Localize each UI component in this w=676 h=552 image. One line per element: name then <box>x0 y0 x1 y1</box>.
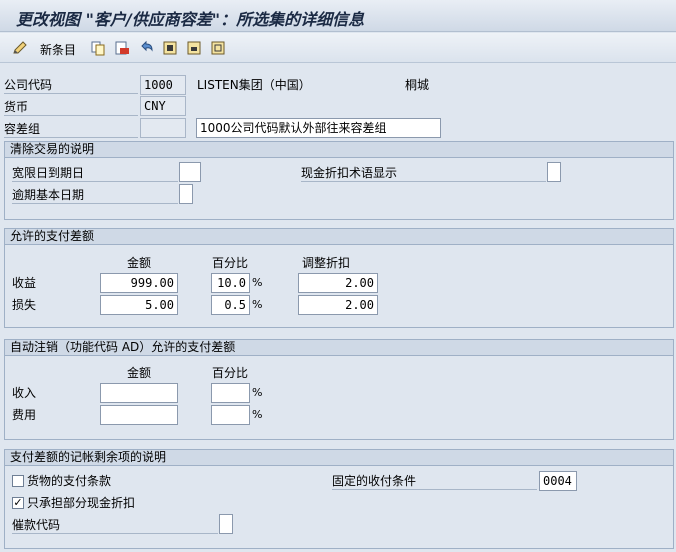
tolerance-group-field[interactable] <box>140 118 186 138</box>
cost-percent-field[interactable] <box>211 405 250 425</box>
revenue-row-label: 收益 <box>12 276 37 290</box>
city-text: 桐城 <box>405 78 430 92</box>
revenue-adjust-discount-field[interactable]: 2.00 <box>298 273 378 293</box>
partial-cash-discount-checkbox[interactable]: ✓ <box>12 497 24 509</box>
clearing-transactions-header: 清除交易的说明 <box>5 142 673 158</box>
company-code-field[interactable]: 1000 <box>140 75 186 95</box>
fixed-payment-terms-label: 固定的收付条件 <box>332 473 537 490</box>
revenue-percent-field[interactable]: 10.0 <box>211 273 250 293</box>
select-all-icon[interactable] <box>162 40 178 56</box>
cash-discount-terms-field[interactable] <box>547 162 561 182</box>
percent-sign: % <box>252 276 263 289</box>
terms-of-payment-label: 货物的支付条款 <box>27 474 112 488</box>
currency-field[interactable]: CNY <box>140 96 186 116</box>
terms-of-payment-checkbox[interactable] <box>12 475 24 487</box>
title-bar: 更改视图 "客户/供应商容差"：所选集的详细信息 <box>0 0 676 32</box>
dunning-key-field[interactable] <box>219 514 233 534</box>
company-name-text: LISTEN集团（中国） <box>197 78 311 92</box>
income-percent-field[interactable] <box>211 383 250 403</box>
undo-icon[interactable] <box>138 40 154 56</box>
currency-label: 货币 <box>4 99 138 116</box>
amount-column-header: 金额 <box>126 256 151 270</box>
window-title: 更改视图 "客户/供应商容差"：所选集的详细信息 <box>16 10 365 29</box>
tolerance-group-label: 容差组 <box>4 121 138 138</box>
grace-days-field[interactable] <box>179 162 201 182</box>
new-entries-button[interactable]: 新条目 <box>40 41 76 58</box>
amount-column-header: 金额 <box>126 366 151 380</box>
expense-amount-field[interactable]: 5.00 <box>100 295 178 315</box>
cost-amount-field[interactable] <box>100 405 178 425</box>
percent-sign: % <box>252 408 263 421</box>
adjust-discount-column-header: 调整折扣 <box>301 256 350 270</box>
percent-column-header: 百分比 <box>211 256 248 270</box>
partial-cash-discount-label: 只承担部分现金折扣 <box>27 496 136 510</box>
select-block-icon[interactable] <box>186 40 202 56</box>
expense-percent-field[interactable]: 0.5 <box>211 295 250 315</box>
cost-row-label: 费用 <box>12 408 37 422</box>
percent-sign: % <box>252 298 263 311</box>
auto-writeoff-header: 自动注销（功能代码 AD）允许的支付差额 <box>5 340 673 356</box>
arrears-base-date-label: 逾期基本日期 <box>12 187 178 204</box>
arrears-base-date-field[interactable] <box>179 184 193 204</box>
copy-icon[interactable] <box>90 40 106 56</box>
expense-row-label: 损失 <box>12 298 37 312</box>
application-toolbar: 新条目 <box>0 33 676 63</box>
expense-adjust-discount-field[interactable]: 2.00 <box>298 295 378 315</box>
payment-differences-header: 允许的支付差额 <box>5 229 673 245</box>
delete-icon[interactable] <box>114 40 130 56</box>
cash-discount-terms-label: 现金折扣术语显示 <box>301 165 546 182</box>
tolerance-group-description-field[interactable]: 1000公司代码默认外部往来容差组 <box>196 118 441 138</box>
dunning-key-label: 催款代码 <box>12 517 218 534</box>
revenue-amount-field[interactable]: 999.00 <box>100 273 178 293</box>
residual-items-header: 支付差额的记帐剩余项的说明 <box>5 450 673 466</box>
deselect-all-icon[interactable] <box>210 40 226 56</box>
percent-column-header: 百分比 <box>211 366 248 380</box>
fixed-payment-terms-field[interactable]: 0004 <box>539 471 577 491</box>
edit-icon[interactable] <box>12 40 28 56</box>
company-code-label: 公司代码 <box>4 77 138 94</box>
income-amount-field[interactable] <box>100 383 178 403</box>
income-row-label: 收入 <box>12 386 37 400</box>
percent-sign: % <box>252 386 263 399</box>
grace-days-label: 宽限日到期日 <box>12 165 178 182</box>
